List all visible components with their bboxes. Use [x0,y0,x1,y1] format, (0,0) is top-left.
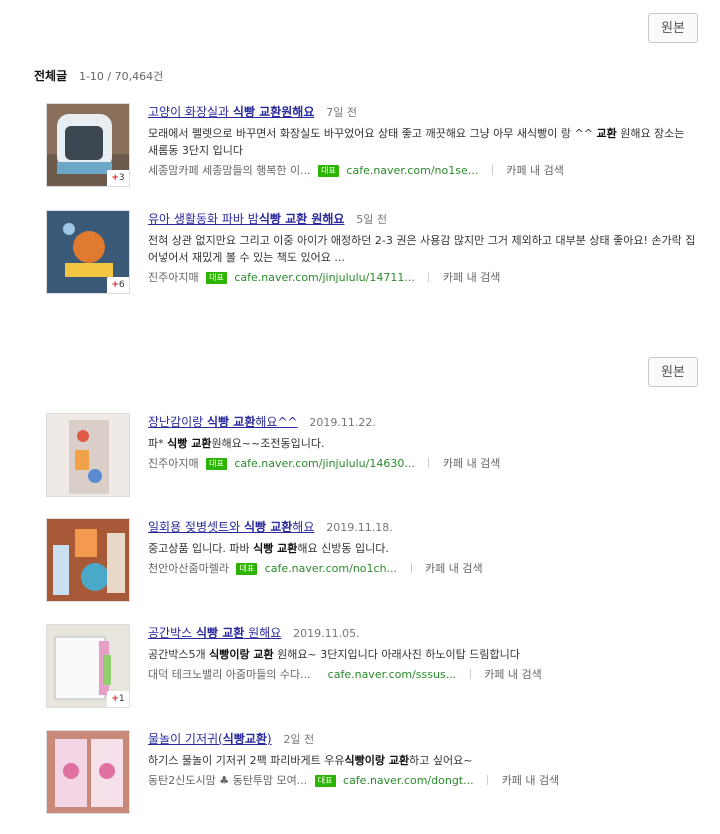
representative-badge: 대표 [206,458,227,470]
section-header: 전체글 1-10 / 70,464건 [34,67,163,84]
result-date: 2019.11.18. [326,521,393,534]
cafe-name[interactable]: 진주아지매 [148,457,199,470]
swim-diaper-image [47,731,129,813]
representative-badge: 대표 [318,165,339,177]
result-date: 5일 전 [356,213,388,226]
divider [491,165,493,175]
in-cafe-search-link[interactable]: 카페 내 검색 [502,774,560,787]
result-title-link[interactable]: 고양이 화장실과 식빵 교환원해요 [148,105,314,119]
representative-badge: 대표 [206,272,227,284]
cafe-name[interactable]: 천안아산줌마렐라 [148,562,229,575]
toys-image [47,414,129,496]
result-date: 2019.11.22. [309,416,376,429]
result-title-link[interactable]: 일회용 젖병셋트와 식빵 교환해요 [148,520,314,534]
result-description: 파* 식빵 교환원해요~~조전동입니다. [148,437,325,450]
result-description: 전혀 상관 없지만요 그리고 이중 아이가 애정하던 2-3 권은 사용감 많지… [148,234,696,264]
baby-bottle-set-image [47,519,129,601]
cafe-url-link[interactable]: cafe.naver.com/no1ch... [265,562,397,575]
image-count: +1 [107,691,129,707]
image-count: +3 [107,170,129,186]
in-cafe-search-link[interactable]: 카페 내 검색 [443,271,501,284]
result-date: 7일 전 [326,106,357,119]
representative-badge: 대표 [314,775,336,787]
cafe-url-link[interactable]: cafe.naver.com/jinjululu/14711... [234,271,414,284]
result-count: 1-10 / 70,464건 [78,70,164,83]
cafe-name[interactable]: 대덕 테크노밸리 아줌마들의 수다... [148,668,311,681]
result-thumbnail[interactable] [46,518,130,602]
in-cafe-search-link[interactable]: 카페 내 검색 [484,668,542,681]
result-thumbnail[interactable]: +1 [46,624,130,708]
cafe-name[interactable]: 동탄2신도시맘 ♣ 동탄투맘 모여... [148,774,307,787]
cafe-url-link[interactable]: cafe.naver.com/sssus... [328,668,457,681]
result-title-link[interactable]: 공간박스 식빵 교환 원해요 [148,626,281,640]
cafe-url-link[interactable]: cafe.naver.com/no1se... [346,164,478,177]
result-description: 하기스 물놀이 기저귀 2팩 파리바게트 우유식빵이랑 교환하고 싶어요~ [148,754,473,767]
original-view-button[interactable]: 원본 [648,357,698,387]
result-thumbnail[interactable] [46,413,130,497]
cafe-url-link[interactable]: cafe.naver.com/dongt... [343,774,474,787]
divider [469,669,471,679]
result-thumbnail[interactable] [46,730,130,814]
original-view-button[interactable]: 원본 [648,13,698,43]
divider [428,272,430,282]
result-description: 공간박스5개 식빵이랑 교환 원해요~ 3단지입니다 아래사진 하노이탑 드림합… [148,648,520,661]
result-meta: 동탄2신도시맘 ♣ 동탄투맘 모여... 대표 cafe.naver.com/d… [148,772,696,789]
result-meta: 대덕 테크노밸리 아줌마들의 수다... cafe.naver.com/sssu… [148,666,696,683]
result-title-link[interactable]: 물놀이 기저귀(식빵교환) [148,732,272,746]
result-thumbnail[interactable]: +6 [46,210,130,294]
section-title: 전체글 [34,69,68,83]
result-date: 2일 전 [283,733,315,746]
in-cafe-search-link[interactable]: 카페 내 검색 [443,457,501,470]
result-date: 2019.11.05. [293,627,360,640]
in-cafe-search-link[interactable]: 카페 내 검색 [425,562,483,575]
result-title-link[interactable]: 장난감이랑 식빵 교환해요^^ [148,415,298,429]
result-meta: 세종맘카페 세종맘들의 행복한 이... 대표 cafe.naver.com/n… [148,162,696,179]
result-meta: 천안아산줌마렐라 대표 cafe.naver.com/no1ch... 카페 내… [148,560,696,577]
divider [428,458,430,468]
divider [410,563,412,573]
result-description: 중고상품 입니다. 파바 식빵 교환해요 신방동 입니다. [148,542,389,555]
cafe-name[interactable]: 세종맘카페 세종맘들의 행복한 이... [148,164,311,177]
divider [487,775,489,785]
result-thumbnail[interactable]: +3 [46,103,130,187]
result-description: 모래에서 펠렛으로 바꾸면서 화장실도 바꾸었어요 상태 좋고 깨끗해요 그냥 … [148,127,685,157]
image-count: +6 [107,277,129,293]
cafe-url-link[interactable]: cafe.naver.com/jinjululu/14630... [234,457,414,470]
in-cafe-search-link[interactable]: 카페 내 검색 [506,164,564,177]
representative-badge: 대표 [236,563,258,575]
result-title-link[interactable]: 유아 생활동화 파바 밤식빵 교환 원해요 [148,212,344,226]
result-meta: 진주아지매 대표 cafe.naver.com/jinjululu/14711.… [148,269,696,286]
result-meta: 진주아지매 대표 cafe.naver.com/jinjululu/14630.… [148,455,696,472]
cafe-name[interactable]: 진주아지매 [148,271,199,284]
